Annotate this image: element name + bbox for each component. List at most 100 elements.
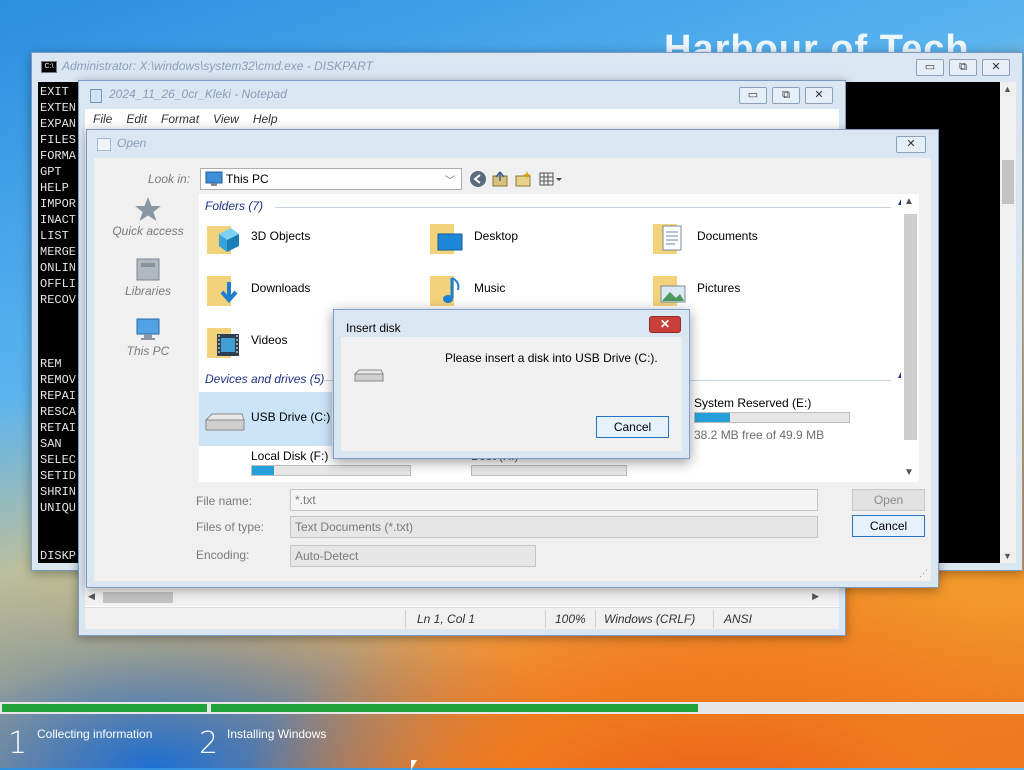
removable-drive-icon [353, 369, 384, 382]
folder-downloads[interactable]: Downloads [199, 268, 419, 312]
back-icon[interactable] [469, 170, 487, 188]
notepad-icon [90, 89, 102, 103]
notepad-title: 2024_11_26_0cr_Kleki - Notepad [109, 87, 287, 101]
close-button[interactable]: ✕ [982, 59, 1010, 76]
step1-number: 1 [8, 726, 28, 761]
horizontal-scrollbar[interactable]: ◀ ▶ [85, 589, 839, 606]
cmd-icon: C:\ [41, 61, 57, 73]
menu-view[interactable]: View [205, 109, 245, 126]
setup-progress-bar [0, 702, 1024, 714]
look-in-dropdown[interactable]: This PC ﹀ [200, 168, 462, 190]
status-line-ending: Windows (CRLF) [604, 612, 696, 626]
close-icon: ✕ [906, 138, 916, 150]
scroll-left-icon[interactable]: ◀ [88, 591, 95, 602]
menu-help[interactable]: Help [245, 109, 284, 126]
folder-pictures[interactable]: Pictures [645, 268, 865, 312]
desktop-folder-icon [430, 224, 463, 254]
drive-usage-bar [694, 412, 850, 423]
scroll-thumb[interactable] [1002, 160, 1014, 204]
insert-disk-dialog[interactable]: Insert disk ✕ Please insert a disk into … [333, 309, 690, 459]
maximize-button[interactable]: ⧉ [949, 59, 977, 76]
encoding-dropdown[interactable]: Auto-Detect [290, 545, 536, 567]
menu-file[interactable]: File [85, 109, 118, 126]
folder-label: Pictures [697, 281, 741, 295]
close-icon: ✕ [659, 317, 671, 331]
drive-system-reserved[interactable]: System Reserved (E:) 38.2 MB free of 49.… [679, 392, 899, 446]
look-in-label: Look in: [148, 172, 191, 186]
status-encoding: ANSI [724, 612, 753, 626]
file-name-label: File name: [196, 494, 253, 508]
3d-objects-icon [207, 226, 239, 254]
close-icon: ✕ [991, 61, 1001, 73]
nav-this-pc[interactable]: This PC [102, 314, 194, 358]
notepad-minimize-button[interactable]: ▭ [739, 87, 767, 104]
folders-group-header[interactable]: Folders (7) [205, 199, 263, 213]
devices-group-header[interactable]: Devices and drives (5) [205, 372, 324, 386]
notepad-close-button[interactable]: ✕ [805, 87, 833, 104]
up-folder-icon[interactable] [491, 170, 509, 188]
open-button[interactable]: Open [852, 489, 925, 511]
step1-label: Collecting information [37, 727, 153, 741]
mouse-cursor-icon [411, 760, 417, 770]
notepad-menubar: File Edit Format View Help [85, 109, 839, 129]
folder-3d-objects[interactable]: 3D Objects [199, 216, 419, 260]
nav-libraries-label: Libraries [124, 284, 172, 298]
minimize-button[interactable]: ▭ [916, 59, 944, 76]
scroll-up-icon[interactable]: ▲ [1003, 84, 1012, 94]
folder-label: Music [474, 281, 506, 295]
new-folder-icon[interactable] [514, 170, 532, 188]
insert-close-button[interactable]: ✕ [649, 316, 681, 333]
status-position: Ln 1, Col 1 [417, 612, 476, 626]
minimize-icon: ▭ [747, 89, 759, 101]
folder-documents[interactable]: Documents [645, 216, 865, 260]
insert-cancel-button[interactable]: Cancel [596, 416, 669, 438]
usb-drive-icon [204, 413, 245, 431]
file-list-scrollbar[interactable]: ▲ ▼ [901, 194, 919, 482]
view-menu-icon[interactable] [538, 170, 564, 188]
scroll-down-icon[interactable]: ▼ [1003, 551, 1012, 561]
open-close-button[interactable]: ✕ [896, 136, 926, 153]
insert-disk-client: Please insert a disk into USB Drive (C:)… [341, 337, 682, 451]
notepad-statusbar: Ln 1, Col 1 100% Windows (CRLF) ANSI [85, 607, 839, 629]
status-zoom: 100% [555, 612, 586, 626]
hscroll-thumb[interactable] [103, 592, 173, 603]
menu-format[interactable]: Format [153, 109, 205, 126]
nav-libraries[interactable]: Libraries [102, 254, 194, 298]
notepad-titlebar[interactable]: 2024_11_26_0cr_Kleki - Notepad ▭ ⧉ ✕ [79, 81, 845, 109]
drive-usb-c[interactable]: USB Drive (C:) [199, 392, 332, 446]
folder-label: 3D Objects [251, 229, 311, 243]
nav-this-pc-label: This PC [126, 344, 170, 358]
console-scrollbar[interactable]: ▲ ▼ [1000, 82, 1016, 563]
computer-icon [136, 318, 160, 340]
scroll-down-icon[interactable]: ▼ [904, 467, 914, 478]
menu-edit[interactable]: Edit [118, 109, 153, 126]
open-dialog-icon [97, 138, 111, 151]
cmd-titlebar[interactable]: C:\ Administrator: X:\windows\system32\c… [32, 53, 1022, 81]
folder-music[interactable]: Music [422, 268, 642, 312]
scroll-right-icon[interactable]: ▶ [812, 591, 819, 602]
scroll-up-icon[interactable]: ▲ [904, 196, 914, 207]
file-type-dropdown[interactable]: Text Documents (*.txt) [290, 516, 818, 538]
folder-desktop[interactable]: Desktop [422, 216, 642, 260]
file-name-value: *.txt [295, 493, 316, 507]
folder-label: Downloads [251, 281, 311, 295]
resize-grip-icon[interactable]: ⋰ [919, 568, 928, 579]
nav-quick-access[interactable]: Quick access [102, 194, 194, 238]
chevron-down-icon: ﹀ [445, 176, 455, 187]
insert-disk-message: Please insert a disk into USB Drive (C:)… [445, 351, 658, 365]
drive-free-space: 38.2 MB free of 49.9 MB [694, 428, 825, 442]
encoding-label: Encoding: [196, 548, 250, 562]
cancel-button[interactable]: Cancel [852, 515, 925, 537]
open-titlebar[interactable]: Open ✕ [87, 130, 938, 158]
file-type-value: Text Documents (*.txt) [295, 520, 414, 534]
look-in-value: This PC [226, 172, 269, 186]
drive-usage-bar [251, 465, 411, 476]
drive-label: USB Drive (C:) [251, 410, 331, 424]
scroll-thumb[interactable] [904, 214, 917, 440]
file-name-input[interactable]: *.txt [290, 489, 818, 511]
encoding-value: Auto-Detect [295, 549, 359, 563]
open-title: Open [117, 136, 147, 150]
notepad-maximize-button[interactable]: ⧉ [772, 87, 800, 104]
folder-label: Desktop [474, 229, 519, 243]
drive-label: Local Disk (F:) [251, 449, 329, 463]
